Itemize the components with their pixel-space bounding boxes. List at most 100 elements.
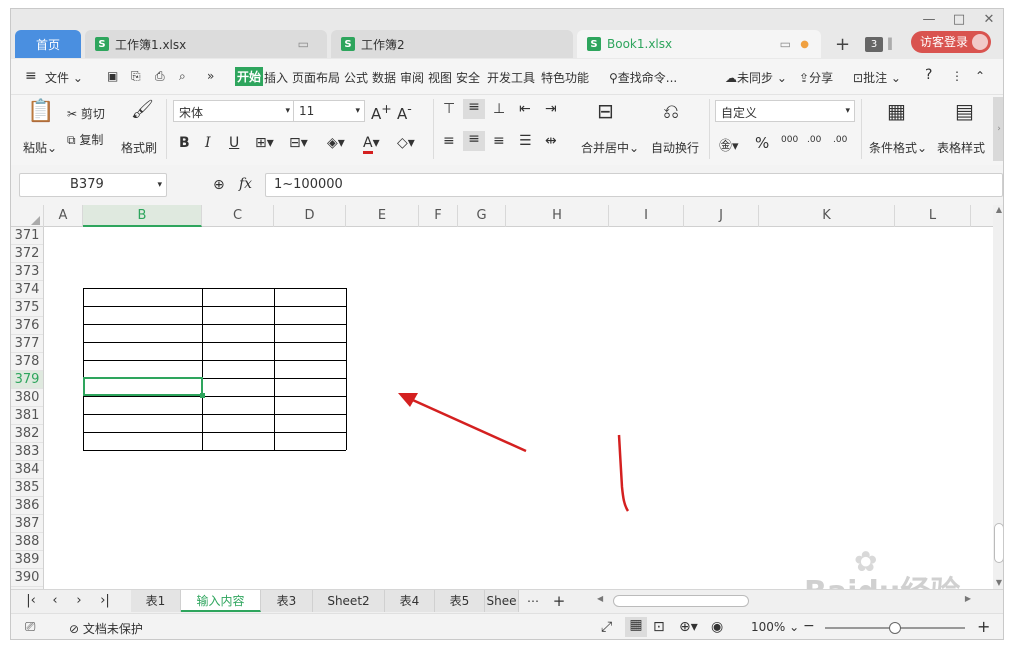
- next-sheet-icon[interactable]: ›: [69, 590, 89, 612]
- sheet-tab-sheet2[interactable]: Sheet2: [313, 590, 385, 612]
- bold-icon[interactable]: B: [179, 135, 190, 151]
- h-scroll-thumb[interactable]: [613, 595, 749, 607]
- tab-book1[interactable]: S Book1.xlsx ▭ ●: [577, 30, 821, 58]
- merge-center-icon[interactable]: ⊟: [597, 99, 614, 123]
- row-header[interactable]: 389: [11, 551, 43, 569]
- row-header[interactable]: 375: [11, 299, 43, 317]
- help-icon[interactable]: ?: [925, 67, 932, 83]
- conditional-format-icon[interactable]: ▦: [887, 99, 906, 123]
- column-header-c[interactable]: C: [202, 205, 274, 227]
- underline-icon[interactable]: U: [229, 135, 239, 151]
- menu-tab-view[interactable]: 视图: [428, 69, 452, 86]
- column-header-b[interactable]: B: [83, 205, 202, 227]
- decrease-font-icon[interactable]: A-: [397, 101, 412, 123]
- row-header[interactable]: 378: [11, 353, 43, 371]
- save-icon[interactable]: ▣: [107, 69, 118, 83]
- new-tab-button[interactable]: +: [835, 34, 850, 55]
- sheet-tab-1[interactable]: 表1: [131, 590, 181, 612]
- sheet-tab-active[interactable]: 输入内容: [181, 590, 261, 612]
- row-header[interactable]: 381: [11, 407, 43, 425]
- row-header[interactable]: 384: [11, 461, 43, 479]
- fill-pattern-icon[interactable]: ⊟▾: [289, 135, 308, 151]
- row-header[interactable]: 380: [11, 389, 43, 407]
- align-middle-icon[interactable]: ≡: [463, 99, 485, 119]
- tab-count-badge[interactable]: 3: [865, 37, 883, 52]
- table-style-button[interactable]: 表格样式: [937, 139, 985, 156]
- column-header-j[interactable]: J: [684, 205, 759, 227]
- row-header[interactable]: 372: [11, 245, 43, 263]
- preview-icon[interactable]: ⌕: [179, 69, 186, 84]
- column-header-f[interactable]: F: [419, 205, 458, 227]
- wrap-text-button[interactable]: 自动换行: [651, 139, 699, 156]
- more-sheets-icon[interactable]: ⋯: [523, 590, 543, 612]
- column-header-e[interactable]: E: [346, 205, 419, 227]
- row-header[interactable]: 385: [11, 479, 43, 497]
- name-box[interactable]: B379 ▾: [19, 173, 167, 197]
- menu-tab-security[interactable]: 安全: [456, 69, 480, 86]
- zoom-select[interactable]: 100% ⌄: [751, 620, 799, 634]
- vertical-scrollbar[interactable]: ▲ ▼: [993, 205, 1003, 589]
- menu-tab-review[interactable]: 审阅: [400, 69, 424, 86]
- maximize-icon[interactable]: □: [949, 12, 969, 28]
- column-header-h[interactable]: H: [506, 205, 609, 227]
- row-header[interactable]: 383: [11, 443, 43, 461]
- column-header-g[interactable]: G: [458, 205, 506, 227]
- monitor-icon[interactable]: ▭: [780, 37, 791, 51]
- scroll-thumb[interactable]: [994, 523, 1003, 563]
- login-button[interactable]: 访客登录: [911, 31, 991, 53]
- menu-tab-features[interactable]: 特色功能: [541, 69, 589, 86]
- share-button[interactable]: ⇪分享: [799, 69, 833, 86]
- menu-tab-developer[interactable]: 开发工具: [487, 69, 535, 86]
- align-left-icon[interactable]: ≡: [443, 133, 455, 149]
- row-header[interactable]: 386: [11, 497, 43, 515]
- eraser-icon[interactable]: ◇▾: [397, 135, 415, 151]
- first-sheet-icon[interactable]: |‹: [21, 590, 41, 612]
- ribbon-scroll[interactable]: ›: [993, 97, 1003, 161]
- table-style-icon[interactable]: ▤: [955, 99, 974, 123]
- row-header[interactable]: 373: [11, 263, 43, 281]
- font-size-select[interactable]: 11 ▾: [293, 100, 365, 122]
- align-center-icon[interactable]: ≡: [463, 131, 485, 151]
- row-header[interactable]: 390: [11, 569, 43, 587]
- fill-color-icon[interactable]: ◈▾: [327, 135, 345, 151]
- indent-icon[interactable]: ⇥: [545, 101, 557, 117]
- copy-button[interactable]: ⧉ 复制: [67, 131, 103, 148]
- sheet-tab-truncated[interactable]: Shee: [485, 590, 519, 612]
- close-icon[interactable]: ✕: [979, 12, 999, 28]
- column-header-l[interactable]: L: [895, 205, 971, 227]
- conditional-format-button[interactable]: 条件格式⌄: [869, 139, 927, 156]
- tab-workbook1[interactable]: S 工作簿1.xlsx ▭: [85, 30, 327, 58]
- scroll-right-icon[interactable]: ▶: [965, 594, 971, 603]
- currency-icon[interactable]: ㊎▾: [719, 135, 739, 154]
- outdent-icon[interactable]: ⇤: [519, 101, 531, 117]
- zoom-out-button[interactable]: −: [803, 618, 815, 634]
- normal-view-icon[interactable]: ▦: [625, 617, 647, 637]
- number-format-select[interactable]: 自定义 ▾: [715, 100, 855, 122]
- font-color-icon[interactable]: A▾: [363, 135, 380, 154]
- row-header[interactable]: 379: [11, 371, 43, 389]
- column-header-k[interactable]: K: [759, 205, 895, 227]
- more-icon[interactable]: »: [207, 69, 214, 83]
- row-header[interactable]: 382: [11, 425, 43, 443]
- increase-font-icon[interactable]: A+: [371, 101, 392, 123]
- monitor-icon[interactable]: ▭: [298, 37, 309, 51]
- print-icon[interactable]: ⎙: [155, 69, 165, 84]
- tab-list-icon[interactable]: ‖: [887, 36, 893, 50]
- menu-tab-data[interactable]: 数据: [372, 69, 396, 86]
- brush-icon[interactable]: 🖌: [131, 99, 154, 120]
- menu-tab-insert[interactable]: 插入: [264, 69, 288, 86]
- tab-home[interactable]: 首页: [15, 30, 81, 58]
- prev-sheet-icon[interactable]: ‹: [45, 590, 65, 612]
- formula-input[interactable]: 1~100000: [265, 173, 1003, 197]
- row-header[interactable]: 374: [11, 281, 43, 299]
- fullscreen-icon[interactable]: ⤢: [601, 619, 612, 635]
- format-painter-button[interactable]: 格式刷: [121, 139, 157, 156]
- more-options-icon[interactable]: ⋮: [951, 69, 963, 83]
- collapse-ribbon-icon[interactable]: ⌃: [975, 69, 985, 83]
- row-header[interactable]: 388: [11, 533, 43, 551]
- select-all-corner[interactable]: [11, 205, 44, 227]
- fx-button[interactable]: fx: [239, 176, 252, 192]
- menu-tab-formula[interactable]: 公式: [344, 69, 368, 86]
- zoom-in-button[interactable]: +: [977, 617, 990, 636]
- align-top-icon[interactable]: ⊤: [443, 101, 455, 117]
